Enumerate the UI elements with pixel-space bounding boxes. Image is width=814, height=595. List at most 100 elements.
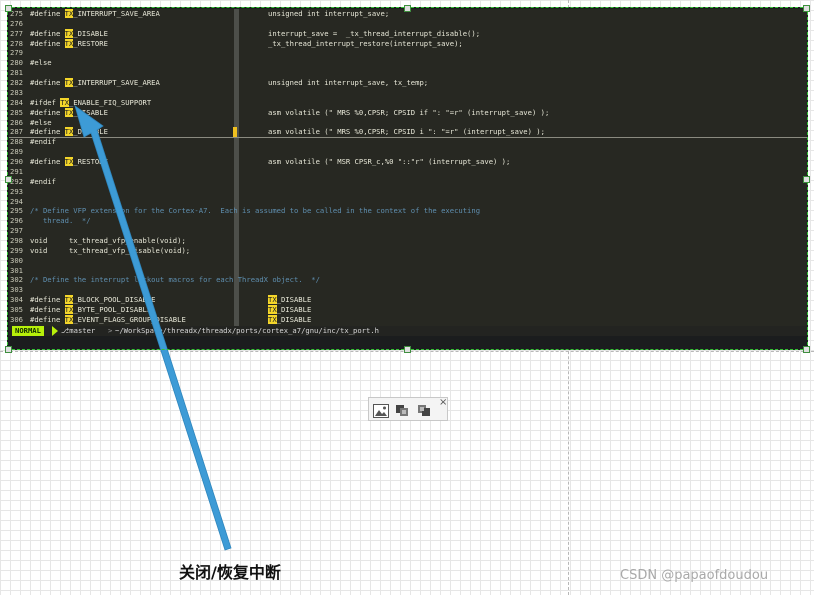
code-line[interactable]: 288 #endif [9, 137, 807, 147]
line-number: 293 [10, 186, 23, 196]
code-line[interactable]: 300 [9, 256, 807, 266]
code-text: #define TX_DISABLE [30, 107, 108, 118]
code-value: unsigned int interrupt_save, tx_temp; [268, 78, 428, 88]
code-line[interactable]: 302 /* Define the interrupt lockout macro… [9, 275, 807, 285]
search-highlight: TX [64, 314, 74, 324]
code-line[interactable]: 289 [9, 147, 807, 157]
code-line[interactable]: 297 [9, 226, 807, 236]
copy-icon[interactable] [395, 403, 411, 417]
code-token: #define [30, 9, 65, 18]
code-line[interactable]: 303 [9, 285, 807, 295]
code-text: #define TX_RESTORE [30, 38, 108, 49]
code-line[interactable]: 293 [9, 187, 807, 197]
line-number: 289 [10, 147, 23, 157]
code-text: #define TX_BLOCK_POOL_DISABLE [30, 295, 156, 305]
status-bar: NORMAL ⎇master > ~/WorkSpace/threadx/thr… [9, 326, 807, 336]
line-number: 281 [10, 68, 23, 78]
code-line[interactable]: 277 #define TX_DISABLE interrupt_save = _t… [9, 28, 807, 39]
image-icon[interactable] [373, 403, 389, 418]
code-token: _DISABLE [276, 314, 312, 324]
duplicate-icon[interactable] [417, 403, 433, 417]
resize-handle-right[interactable] [803, 176, 810, 183]
code-line[interactable]: 295 /* Define VFP extension for the Corte… [9, 206, 807, 216]
close-icon[interactable]: × [439, 398, 447, 408]
code-token: _DISABLE [276, 295, 312, 305]
line-number: 279 [10, 48, 23, 58]
search-highlight: TX [64, 38, 74, 48]
code-token: #endif [30, 176, 56, 186]
resize-handle-top[interactable] [404, 5, 411, 12]
code-line[interactable]: 301 [9, 266, 807, 276]
line-number: 285 [10, 107, 23, 117]
code-text: /* Define VFP extension for the Cortex-A… [30, 206, 480, 216]
code-text: #define TX_EVENT_FLAGS_GROUP_DISABLE [30, 314, 186, 325]
code-text: #define TX_DISABLE [30, 28, 108, 39]
code-line[interactable]: 306 #define TX_EVENT_FLAGS_GROUP_DISABLE T… [9, 314, 807, 325]
code-line[interactable]: 296 thread. */ [9, 216, 807, 226]
search-highlight: TX [64, 28, 74, 38]
line-number: 299 [10, 245, 23, 255]
code-line[interactable]: 276 [9, 19, 807, 29]
code-text: #ifdef TX_ENABLE_FIQ_SUPPORT [30, 97, 151, 108]
code-line[interactable]: 292 #endif [9, 177, 807, 187]
code-token: #define [30, 157, 65, 167]
code-editor[interactable]: 275 #define TX_INTERRUPT_SAVE_AREAunsigne… [9, 9, 807, 326]
code-line[interactable]: 279 [9, 48, 807, 58]
code-line[interactable]: 287 #define TX_DISABLE asm volatile (" MRS… [9, 127, 807, 137]
code-token: _RESTORE [73, 157, 108, 167]
code-text: #define TX_INTERRUPT_SAVE_AREA [30, 9, 160, 19]
search-highlight: TX [268, 295, 277, 305]
code-text: void tx_thread_vfp_enable(void); [30, 236, 186, 246]
resize-handle-top-left[interactable] [5, 5, 12, 12]
line-number: 283 [10, 87, 23, 97]
code-line[interactable]: 305 #define TX_BYTE_POOL_DISABLE TX_DISABL… [9, 305, 807, 315]
line-number: 294 [10, 196, 23, 206]
code-line[interactable]: 280 #else [9, 58, 807, 68]
search-highlight: TX [268, 314, 277, 324]
resize-handle-bottom[interactable] [404, 346, 411, 353]
code-token: void tx_thread_vfp_disable(void); [30, 245, 191, 255]
line-number: 290 [10, 157, 23, 167]
code-token: #ifdef [30, 97, 61, 107]
code-text: #else [30, 118, 52, 128]
code-line[interactable]: 304 #define TX_BLOCK_POOL_DISABLE TX_DISAB… [9, 295, 807, 305]
code-value: asm volatile (" MSR CPSR_c,%0 "::"r" (in… [268, 157, 510, 167]
code-token: #endif [30, 137, 56, 147]
code-line[interactable]: 299 void tx_thread_vfp_disable(void); [9, 246, 807, 256]
code-token: unsigned int interrupt_save, tx_temp; [268, 78, 429, 88]
code-token: void tx_thread_vfp_enable(void); [30, 236, 186, 245]
resize-handle-left[interactable] [5, 176, 12, 183]
line-number: 275 [10, 9, 23, 18]
line-number: 303 [10, 285, 23, 295]
branch-name: master [69, 326, 96, 335]
code-line[interactable]: 284 #ifdef TX_ENABLE_FIQ_SUPPORT [9, 97, 807, 108]
code-token: asm volatile (" MSR CPSR_c,%0 "::"r" (in… [268, 157, 511, 167]
line-number: 280 [10, 58, 23, 68]
search-highlight: TX [64, 107, 74, 117]
code-token: #define [30, 78, 65, 88]
resize-handle-bottom-right[interactable] [803, 346, 810, 353]
code-token: #define [30, 305, 65, 315]
code-line[interactable]: 291 [9, 167, 807, 177]
code-value: interrupt_save = _tx_thread_interrupt_di… [268, 29, 480, 39]
code-line[interactable]: 278 #define TX_RESTORE _tx_thread_interrup… [9, 38, 807, 49]
code-token: #define [30, 295, 65, 305]
code-comment: /* Define the interrupt lockout macros f… [30, 275, 320, 285]
code-value: asm volatile (" MRS %0,CPSR; CPSID i ": … [268, 127, 545, 137]
code-line[interactable]: 281 [9, 68, 807, 78]
code-line[interactable]: 290 #define TX_RESTORE asm volatile (" MSR… [9, 157, 807, 167]
code-text: #endif [30, 177, 56, 187]
code-line[interactable]: 285 #define TX_DISABLE asm volatile (" MRS… [9, 107, 807, 118]
code-line[interactable]: 298 void tx_thread_vfp_enable(void); [9, 236, 807, 246]
line-number: 278 [10, 38, 23, 48]
resize-handle-top-right[interactable] [803, 5, 810, 12]
code-line[interactable]: 286 #else [9, 118, 807, 128]
code-line[interactable]: 294 [9, 197, 807, 207]
resize-handle-bottom-left[interactable] [5, 346, 12, 353]
code-token: _BLOCK_POOL_DISABLE [73, 295, 156, 305]
search-highlight: TX [64, 157, 74, 167]
code-token: #define [30, 127, 65, 137]
cursor-marker [233, 127, 237, 137]
code-line[interactable]: 283 [9, 88, 807, 98]
code-line[interactable]: 282 #define TX_INTERRUPT_SAVE_AREA unsigne… [9, 78, 807, 88]
